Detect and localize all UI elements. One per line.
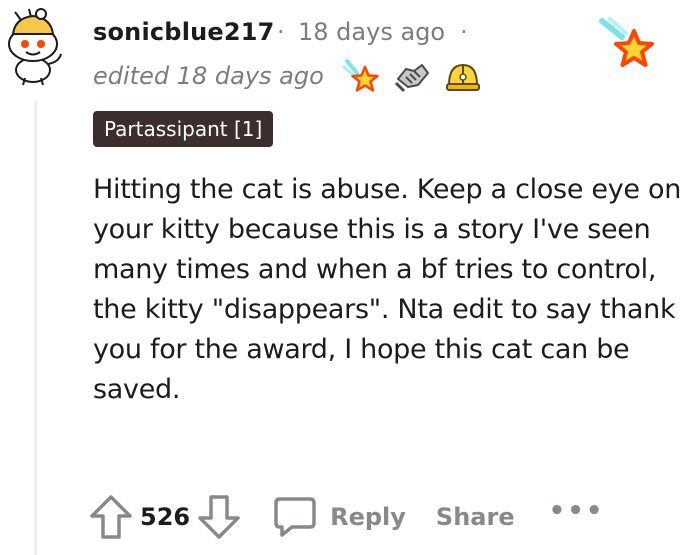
upvote-icon[interactable]: [88, 493, 134, 541]
handshake-award-icon[interactable]: [392, 57, 432, 97]
shooting-star-award-icon[interactable]: [598, 17, 660, 75]
vote-count: 526: [140, 503, 191, 531]
downvote-icon[interactable]: [196, 493, 242, 541]
reply-button[interactable]: Reply: [272, 495, 406, 539]
reply-label: Reply: [330, 503, 406, 531]
more-options-icon[interactable]: •••: [549, 498, 605, 536]
comment-body: Hitting the cat is abuse. Keep a close e…: [93, 174, 682, 405]
share-button[interactable]: Share: [436, 503, 515, 531]
user-avatar[interactable]: [3, 6, 75, 86]
helmet-award-icon[interactable]: [443, 57, 483, 97]
user-flair: Partassipant [1]: [93, 111, 274, 147]
rocket-star-award-icon[interactable]: [341, 57, 381, 97]
thread-line[interactable]: [34, 100, 37, 555]
edited-label: edited 18 days ago: [93, 62, 324, 90]
comment-action-bar: 526 Reply Share •••: [88, 492, 604, 542]
username[interactable]: sonicblue217: [93, 18, 275, 46]
snoo-avatar-icon: [8, 8, 62, 86]
meta-separator: ·: [277, 18, 285, 46]
comment-timestamp[interactable]: 18 days ago: [298, 18, 445, 46]
comment-bubble-icon: [274, 497, 316, 537]
meta-separator: ·: [460, 18, 468, 46]
